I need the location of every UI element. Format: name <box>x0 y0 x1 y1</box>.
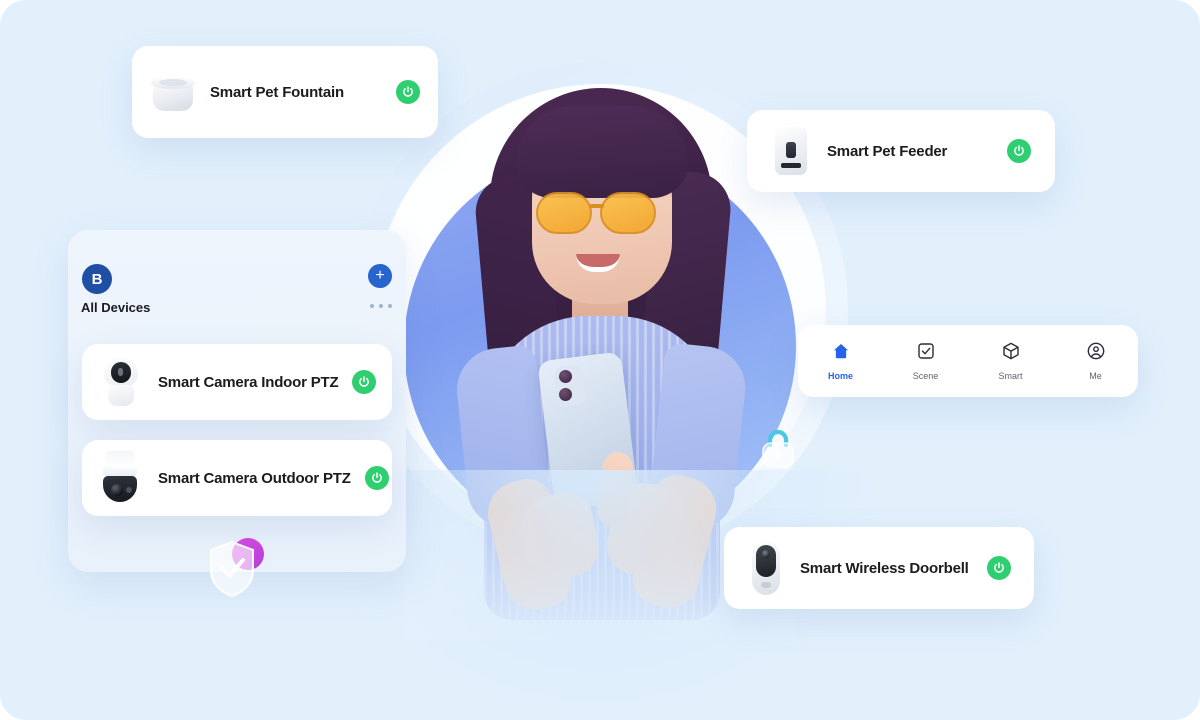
device-card-pet-fountain[interactable]: Smart Pet Fountain <box>132 46 438 138</box>
nav-item-smart[interactable]: Smart <box>968 341 1053 381</box>
power-toggle-button[interactable] <box>364 466 389 490</box>
device-card-label: Smart Pet Feeder <box>827 142 948 160</box>
hero-arm-right <box>627 469 723 615</box>
device-card-label: Smart Camera Indoor PTZ <box>158 373 339 391</box>
hero-thumb <box>595 450 635 528</box>
hero-arm-left <box>481 473 577 617</box>
hero-sleeve-right <box>646 342 750 534</box>
doorbell-icon <box>750 541 782 595</box>
hero-smartphone <box>537 351 639 511</box>
hero-hair-back <box>490 88 712 388</box>
app-hero-canvas: Smart Pet Fountain Smart Pet Feeder Smar… <box>0 0 1200 720</box>
nav-item-label: Me <box>1089 371 1102 381</box>
hero-smile <box>576 254 620 272</box>
ellipsis-icon[interactable] <box>370 304 392 308</box>
power-toggle-button[interactable] <box>986 556 1011 580</box>
panel-title: All Devices <box>81 300 151 315</box>
power-toggle-button[interactable] <box>1007 139 1031 163</box>
hero-phone-lens-top <box>559 370 572 383</box>
plus-icon[interactable]: + <box>368 264 392 288</box>
device-card-label: Smart Wireless Doorbell <box>800 559 969 577</box>
power-toggle-button[interactable] <box>352 370 377 394</box>
nav-item-label: Smart <box>998 371 1023 381</box>
device-card-outdoor-camera[interactable]: Smart Camera Outdoor PTZ <box>82 440 392 516</box>
brand-logo-icon[interactable]: B <box>82 264 112 294</box>
device-card-label: Smart Pet Fountain <box>210 83 344 101</box>
device-card-label: Smart Camera Outdoor PTZ <box>158 469 351 487</box>
hero-hair-left <box>472 173 564 394</box>
bottom-navigation-bar: Home Scene Smart Me <box>798 325 1138 397</box>
lock-icon <box>756 424 800 476</box>
indoor-camera-icon <box>98 356 144 408</box>
nav-item-me[interactable]: Me <box>1053 341 1138 381</box>
device-card-wireless-doorbell[interactable]: Smart Wireless Doorbell <box>724 527 1034 609</box>
hero-hair-right <box>638 169 734 397</box>
hero-sunglasses-left <box>536 192 592 234</box>
hero-phone-lens-bottom <box>559 388 572 401</box>
shield-check-icon <box>203 538 261 600</box>
pet-feeder-icon <box>771 125 811 177</box>
device-card-pet-feeder[interactable]: Smart Pet Feeder <box>747 110 1055 192</box>
background-circle-inner <box>404 150 796 542</box>
cube-icon <box>1001 341 1021 366</box>
hero-hair-fringe <box>516 106 688 198</box>
outdoor-camera-icon <box>98 451 144 505</box>
home-icon <box>831 341 851 366</box>
hero-hand-right <box>602 478 694 582</box>
nav-item-label: Home <box>827 371 853 381</box>
hero-shirt-texture <box>484 316 720 620</box>
profile-icon <box>1086 341 1106 366</box>
hero-sunglasses-bridge <box>590 204 604 208</box>
device-card-indoor-camera[interactable]: Smart Camera Indoor PTZ <box>82 344 392 420</box>
hero-sleeve-left <box>452 344 554 532</box>
hero-neck <box>572 276 628 332</box>
scene-checkbox-icon <box>916 341 936 366</box>
power-toggle-button[interactable] <box>396 80 420 104</box>
nav-item-home[interactable]: Home <box>798 341 883 381</box>
hero-face <box>532 128 672 304</box>
hero-sunglasses-right <box>600 192 656 234</box>
hero-hand-left <box>515 488 603 584</box>
nav-item-label: Scene <box>912 371 939 381</box>
nav-item-scene[interactable]: Scene <box>883 341 968 381</box>
hero-phone-camera-bump <box>553 364 587 408</box>
pet-fountain-icon <box>150 69 196 115</box>
hero-torso <box>484 316 720 620</box>
